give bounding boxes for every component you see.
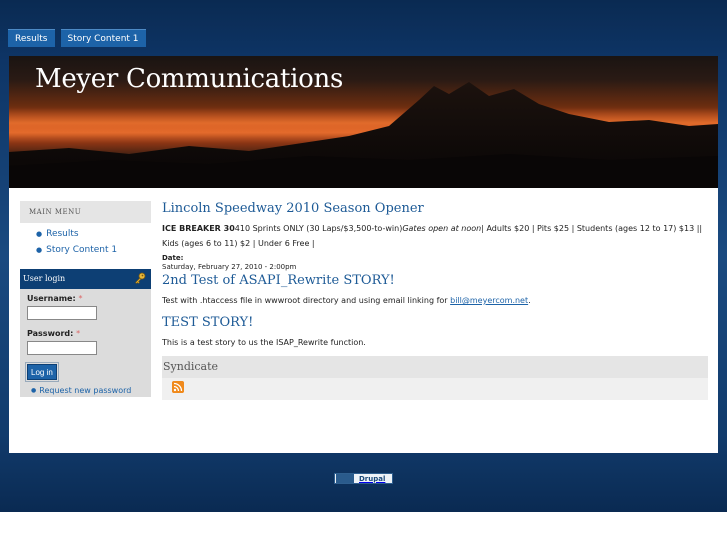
drupal-drop-icon [336, 474, 354, 483]
login-form: Username: * Password: * Log in ● Request… [20, 289, 151, 395]
node-body: This is a test story to us the ISAP_Rewr… [162, 338, 366, 347]
node-lincoln-speedway: Lincoln Speedway 2010 Season Opener ICE … [162, 200, 708, 272]
user-login-block: User login Username: * Password: * Log i… [20, 269, 151, 397]
node-title[interactable]: Lincoln Speedway 2010 Season Opener [162, 200, 708, 217]
bullet-icon: ● [36, 230, 43, 238]
content-area: MAIN MENU ● Results ● Story Content 1 Us… [9, 188, 718, 453]
syndicate-block: Syndicate [162, 356, 708, 400]
node-title[interactable]: TEST STORY! [162, 314, 708, 331]
menu-link-story-content-1[interactable]: Story Content 1 [46, 242, 117, 258]
request-password-link[interactable]: Request new password [39, 386, 131, 395]
menu-link-results[interactable]: Results [46, 226, 79, 242]
user-login-title: User login [20, 269, 151, 289]
drupal-badge-label: Drupal [359, 474, 386, 483]
main-content: Lincoln Speedway 2010 Season Opener ICE … [162, 200, 708, 400]
username-label: Username: * [27, 294, 83, 303]
login-button[interactable]: Log in [25, 362, 59, 382]
rss-feed-icon[interactable] [172, 381, 184, 393]
date-label: Date: [162, 254, 184, 262]
node-test-story: TEST STORY! This is a test story to us t… [162, 314, 708, 350]
bullet-icon: ● [31, 387, 37, 394]
powered-by-drupal-badge[interactable]: Drupal [334, 473, 393, 484]
username-input[interactable] [27, 306, 97, 320]
primary-link-story-content-1[interactable]: Story Content 1 [60, 29, 146, 47]
menu-item-results: ● Results [36, 226, 151, 242]
user-login-title-text: User login [23, 274, 66, 283]
primary-links: Results Story Content 1 [8, 29, 146, 47]
node-body: ICE BREAKER 30410 Sprints ONLY (30 Laps/… [162, 224, 703, 248]
node-body: Test with .htaccess file in wwwroot dire… [162, 296, 531, 305]
main-menu-list: ● Results ● Story Content 1 [20, 223, 151, 258]
node-title[interactable]: 2nd Test of ASAPI_Rewrite STORY! [162, 272, 708, 289]
main-menu-block: MAIN MENU ● Results ● Story Content 1 [20, 201, 151, 258]
site-header: Meyer Communications [9, 56, 718, 188]
email-link[interactable]: bill@meyercom.net [450, 296, 528, 305]
syndicate-title: Syndicate [162, 356, 708, 378]
main-menu-title: MAIN MENU [20, 201, 151, 223]
menu-item-story-content-1: ● Story Content 1 [36, 242, 151, 258]
key-icon [135, 272, 146, 284]
request-password-item: ● Request new password [27, 386, 151, 395]
password-input[interactable] [27, 341, 97, 355]
bullet-icon: ● [36, 246, 43, 254]
date-value: Saturday, February 27, 2010 - 2:00pm [162, 263, 297, 271]
node-2nd-test: 2nd Test of ASAPI_Rewrite STORY! Test wi… [162, 272, 708, 308]
site-name[interactable]: Meyer Communications [35, 64, 343, 94]
footer [0, 462, 727, 512]
primary-link-results[interactable]: Results [8, 29, 55, 47]
password-label: Password: * [27, 329, 81, 338]
